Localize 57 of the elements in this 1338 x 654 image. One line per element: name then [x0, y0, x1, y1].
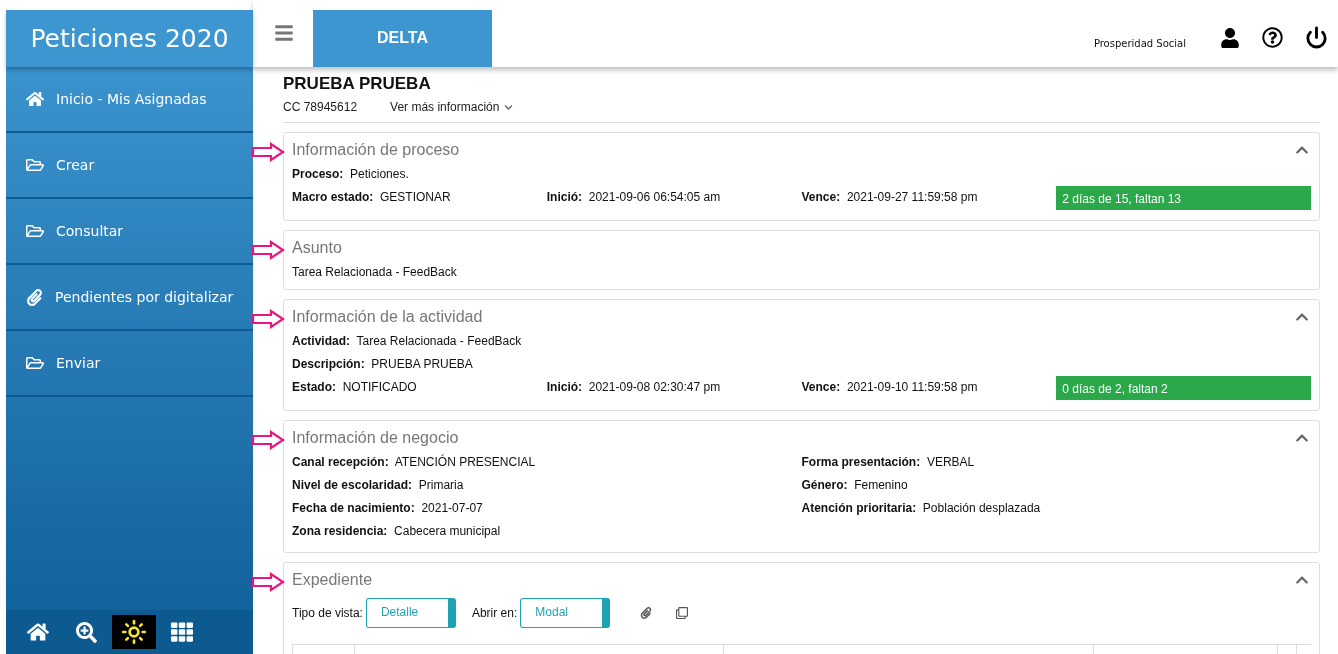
pointer-arrow	[251, 309, 285, 329]
open-in-label: Abrir en:	[471, 606, 518, 620]
sidebar-item[interactable]: Pendientes por digitalizar	[6, 265, 253, 331]
info-field: Género: Femenino	[801, 473, 1311, 496]
sidebar-item[interactable]: Inicio - Mis Asignadas	[6, 67, 253, 133]
view-type-label: Tipo de vista:	[292, 606, 363, 620]
folder-icon	[26, 156, 44, 174]
info-field: Vence: 2021-09-27 11:59:58 pm	[801, 185, 1057, 210]
folder-icon	[26, 354, 44, 372]
person-name: PRUEBA PRUEBA	[283, 74, 432, 94]
section-title: Información de negocio	[292, 429, 459, 447]
delta-tab[interactable]: DELTA	[313, 10, 492, 67]
sun-icon[interactable]	[112, 615, 156, 649]
pointer-arrow	[251, 572, 285, 592]
subject-text: Tarea Relacionada - FeedBack	[292, 265, 458, 279]
info-field: Estado: NOTIFICADO	[292, 375, 547, 400]
chevron-down-icon	[504, 102, 514, 112]
info-field: Actividad: Tarea Relacionada - FeedBack	[292, 329, 547, 352]
info-field: Nivel de escolaridad: Primaria	[292, 473, 802, 496]
status-badge: 2 días de 15, faltan 13	[1056, 186, 1311, 210]
info-field: Atención prioritaria: Población desplazada	[801, 496, 1311, 519]
user-icon[interactable]	[1220, 27, 1240, 48]
info-field: Inició: 2021-09-08 02:30:47 pm	[546, 375, 802, 400]
info-field: Canal recepción: ATENCIÓN PRESENCIAL	[292, 450, 802, 473]
pointer-arrow	[251, 240, 285, 260]
organization-name: Prosperidad Social	[1093, 38, 1186, 49]
sidebar-item[interactable]: Consultar	[6, 199, 253, 265]
paperclip-icon[interactable]	[640, 607, 653, 619]
home-icon	[26, 90, 44, 108]
pointer-arrow	[251, 430, 285, 450]
sidebar-item[interactable]: Enviar	[6, 331, 253, 397]
info-field: Fecha de nacimiento: 2021-07-07	[292, 496, 802, 519]
view-type-select[interactable]: Detalle	[365, 598, 456, 628]
folder-icon	[26, 222, 44, 240]
pointer-arrow	[251, 142, 285, 162]
info-field: Macro estado: GESTIONAR	[292, 185, 547, 210]
info-field: Zona residencia: Cabecera municipal	[292, 519, 802, 542]
menu-icon[interactable]	[274, 23, 294, 43]
section-title: Asunto	[292, 239, 342, 257]
info-field: Forma presentación: VERBAL	[801, 450, 1311, 473]
info-field: Descripción: PRUEBA PRUEBA	[292, 352, 547, 375]
copy-icon[interactable]	[676, 607, 689, 619]
app-title: Peticiones 2020	[6, 10, 253, 67]
section-title: Expediente	[292, 571, 373, 589]
more-info-link[interactable]: Ver más información	[390, 100, 514, 114]
paperclip-icon	[26, 288, 43, 306]
section-title: Información de proceso	[292, 141, 460, 159]
info-field: Proceso: Peticiones.	[292, 162, 547, 185]
sidebar-item[interactable]: Crear	[6, 133, 253, 199]
power-icon[interactable]	[1305, 26, 1328, 49]
info-field: Inició: 2021-09-06 06:54:05 am	[546, 185, 802, 210]
person-id: CC 78945612	[283, 100, 358, 114]
section-title: Información de la actividad	[292, 308, 483, 326]
help-icon[interactable]	[1262, 27, 1283, 48]
status-badge: 0 días de 2, faltan 2	[1056, 376, 1311, 400]
info-field: Vence: 2021-09-10 11:59:58 pm	[801, 375, 1057, 400]
open-in-select[interactable]: Modal	[520, 598, 611, 628]
